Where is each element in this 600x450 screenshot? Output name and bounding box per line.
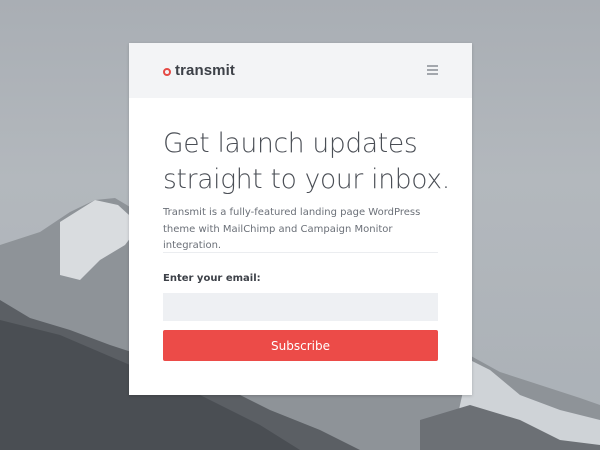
description-text: Transmit is a fully-featured landing pag… xyxy=(163,207,421,251)
divider xyxy=(163,252,438,253)
subscribe-button[interactable]: Subscribe xyxy=(163,330,438,361)
card-header: transmit xyxy=(129,43,472,98)
email-input[interactable] xyxy=(163,293,438,321)
hamburger-menu-icon[interactable] xyxy=(427,65,438,75)
headline: Get launch updates straight to your inbo… xyxy=(163,128,450,195)
brand-name: transmit xyxy=(175,62,235,79)
email-label: Enter your email: xyxy=(163,273,261,284)
brand-logo[interactable]: transmit xyxy=(163,62,235,79)
logo-circle-icon xyxy=(163,68,171,76)
signup-card: transmit Get launch updates straight to … xyxy=(129,43,472,395)
